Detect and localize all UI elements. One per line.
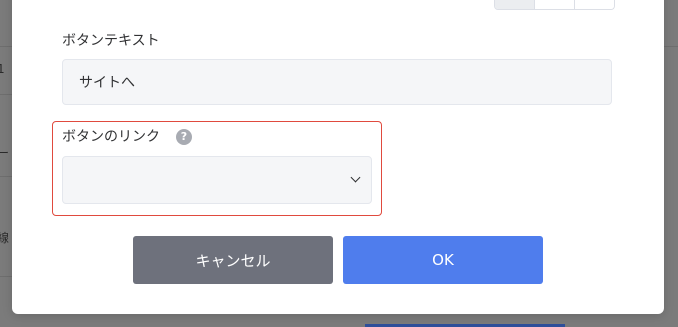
segment-option[interactable] — [535, 0, 575, 9]
edit-button-dialog: ボタンテキスト サイトへ ボタンのリンク ? キャンセル OK — [12, 0, 664, 314]
button-link-select[interactable] — [62, 156, 372, 204]
ok-button[interactable]: OK — [343, 236, 543, 284]
cancel-button[interactable]: キャンセル — [133, 236, 333, 284]
bg-row-divider — [0, 94, 12, 95]
button-text-value: サイトへ — [79, 75, 135, 91]
alignment-segmented-control — [494, 0, 615, 10]
bg-row-divider — [0, 276, 12, 277]
segment-option[interactable] — [495, 0, 535, 9]
bg-text-fragment: ー — [0, 146, 10, 160]
chevron-down-icon — [350, 172, 361, 183]
ok-button-label: OK — [432, 251, 454, 269]
bg-text-fragment: 線 — [0, 231, 10, 245]
bg-row-divider — [0, 176, 12, 177]
segment-option[interactable] — [575, 0, 614, 9]
button-link-label: ボタンのリンク — [62, 129, 160, 145]
bg-row-divider — [0, 46, 12, 47]
button-text-label: ボタンテキスト — [62, 33, 160, 49]
bg-row-divider — [664, 46, 678, 47]
bg-text-fragment: 1 — [0, 62, 5, 76]
help-icon[interactable]: ? — [176, 129, 192, 145]
button-text-input[interactable]: サイトへ — [62, 59, 612, 105]
cancel-button-label: キャンセル — [195, 251, 271, 270]
